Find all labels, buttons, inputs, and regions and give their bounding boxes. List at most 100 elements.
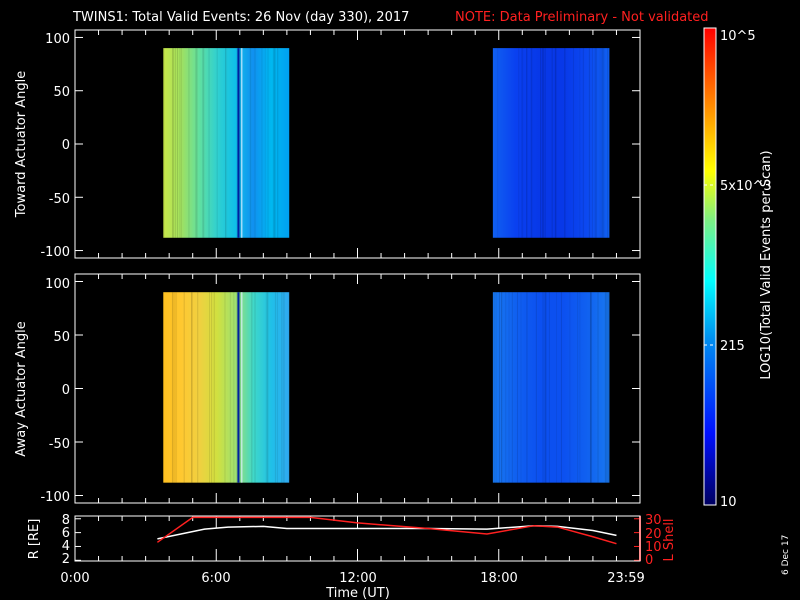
heatmap-stripe [573,48,574,238]
heatmap-stripe [281,292,282,482]
away-yticks: 100 50 0 -50 -100 [40,277,70,505]
heatmap-stripe [211,292,212,482]
heatmap-stripe [536,292,537,482]
lshell-ylabel: L Shell [662,518,677,561]
heatmap-stripe [595,48,596,238]
xtick-label: 23:59 [607,571,644,586]
heatmap-block [493,292,610,482]
heatmap-stripe [177,48,178,238]
ytick-label: 50 [53,330,70,345]
heatmap-stripe [531,48,532,238]
heatmap-stripe [236,48,237,238]
heatmap-stripe [163,48,164,238]
heatmap-stripe [494,292,495,482]
orbit-ylabel: R [RE] [27,519,42,560]
colorbar [704,28,716,505]
heatmap-gap [237,48,239,238]
heatmap-stripe [173,292,174,482]
heatmap-stripe [209,48,210,238]
heatmap-stripe [579,292,580,482]
heatmap-stripe [552,48,553,238]
heatmap-stripe [173,48,174,238]
heatmap-stripe [250,48,251,238]
orbit-yticks: 8 6 4 2 [62,513,70,567]
heatmap-stripe [192,292,193,482]
heatmap-stripe [179,48,180,238]
heatmap-stripe [277,292,278,482]
colorbar-label: LOG10(Total Valid Events per Scan) [759,150,774,379]
plot-canvas: TWINS1: Total Valid Events: 26 Nov (day … [0,0,800,600]
xtick-label: 0:00 [60,571,89,586]
heatmap-stripe [176,292,177,482]
heatmap-stripe [261,48,262,238]
r-series-line [157,526,616,539]
heatmap-stripe [540,48,541,238]
heatmap-stripe [175,48,176,238]
heatmap-stripe [268,292,269,482]
toward-ylabel: Toward Actuator Angle [14,71,29,218]
heatmap-stripe [499,292,500,482]
ytick-label: 2 [62,552,70,567]
date-stamp: 6 Dec 17 [781,535,791,575]
heatmap-stripe [251,292,252,482]
heatmap-stripe [268,48,269,238]
heatmap-stripe [583,48,584,238]
heatmap-stripe [526,48,527,238]
heatmap-stripe [518,48,519,238]
heatmap-stripe [225,48,226,238]
heatmap-stripe [522,48,523,238]
heatmap-stripe [230,292,231,482]
heatmap-block [163,292,289,482]
away-panel [75,274,640,503]
ytick-label: 50 [53,85,70,100]
heatmap-stripe [556,292,557,482]
heatmap-stripe [240,48,241,238]
heatmap-stripe [241,48,243,238]
heatmap-stripe [275,292,276,482]
heatmap-stripe [283,292,284,482]
heatmap-stripe [600,48,601,238]
heatmap-stripe [569,292,570,482]
heatmap-stripe [564,48,565,238]
ytick-label: 0 [62,138,70,153]
ytick-label: 100 [45,32,70,47]
heatmap-stripe [607,48,608,238]
heatmap-stripe [214,292,215,482]
heatmap-stripe [255,292,256,482]
heatmap-stripe [209,292,210,482]
heatmap-stripe [579,48,580,238]
heatmap-stripe [589,48,590,238]
heatmap-stripe [233,292,234,482]
colorbar-tick-label: 10^5 [720,29,756,44]
xlabel: Time (UT) [325,586,390,600]
heatmap-stripe [545,48,546,238]
heatmap-block [493,48,610,238]
heatmap-stripe [542,292,543,482]
heatmap-stripe [603,48,604,238]
heatmap-stripe [526,292,527,482]
heatmap-stripe [561,292,562,482]
heatmap-stripe [592,48,593,238]
ytick-label: -100 [40,245,70,260]
heatmap-stripe [172,292,173,482]
heatmap-stripe [202,48,203,238]
heatmap-stripe [543,48,544,238]
heatmap-stripe [265,48,266,238]
ytick-label: 0 [62,383,70,398]
heatmap-stripe [606,292,607,482]
heatmap-stripe [266,292,267,482]
heatmap-stripe [288,292,289,482]
heatmap-stripe [590,292,591,482]
heatmap-stripe [188,48,189,238]
toward-yticks: 100 50 0 -50 -100 [40,32,70,260]
heatmap-stripe [502,292,503,482]
toward-panel [75,30,640,258]
heatmap-stripe [497,48,498,238]
heatmap-stripe [521,48,522,238]
heatmap-stripe [277,48,278,238]
heatmap-stripe [598,292,599,482]
heatmap-stripe [577,292,578,482]
heatmap-stripe [555,48,556,238]
heatmap-gap [237,292,239,482]
preliminary-note: NOTE: Data Preliminary - Not validated [455,10,709,25]
